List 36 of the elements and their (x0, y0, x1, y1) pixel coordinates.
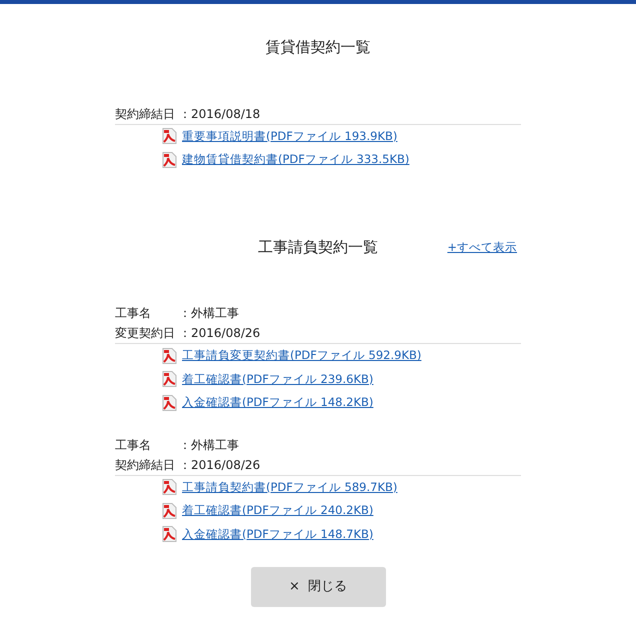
colon-separator: ： (179, 106, 191, 122)
pdf-icon (162, 502, 177, 519)
field-label: 変更契約日 (115, 325, 176, 342)
pdf-icon (162, 152, 177, 168)
field-label: 契約締結日 (115, 456, 176, 474)
field-label: 工事名 (115, 436, 152, 454)
file-link[interactable]: 着工確認書(PDFファイル 240.2KB) (182, 502, 374, 520)
colon-separator: ： (179, 325, 191, 342)
field-value: 2016/08/26 (191, 325, 260, 342)
section-title: 工事請負契約一覧 (258, 238, 378, 256)
file-link[interactable]: 入金確認書(PDFファイル 148.2KB) (182, 394, 374, 412)
file-link[interactable]: 工事請負契約書(PDFファイル 589.7KB) (182, 478, 398, 496)
field-value: 2016/08/18 (191, 106, 260, 122)
close-button[interactable]: × 閉じる (250, 567, 386, 607)
colon-separator: ： (179, 436, 191, 454)
field-label: 工事名 (115, 305, 152, 322)
file-link[interactable]: 着工確認書(PDFファイル 239.6KB) (182, 370, 374, 388)
file-link[interactable]: 重要事項説明書(PDFファイル 193.9KB) (182, 128, 398, 145)
file-link[interactable]: 入金確認書(PDFファイル 148.7KB) (182, 526, 374, 543)
pdf-icon (162, 394, 177, 411)
pdf-icon (162, 479, 177, 496)
pdf-icon (162, 348, 177, 364)
field-label: 契約締結日 (115, 106, 176, 122)
section-title: 賃貸借契約一覧 (266, 38, 370, 56)
colon-separator: ： (179, 456, 191, 474)
field-value: 外構工事 (191, 436, 239, 454)
pdf-icon (162, 128, 177, 144)
close-icon: × (289, 579, 300, 594)
show-all-link[interactable]: +すべて表示 (447, 238, 517, 256)
field-value: 外構工事 (191, 305, 239, 322)
colon-separator: ： (179, 305, 191, 322)
pdf-icon (162, 526, 177, 542)
field-value: 2016/08/26 (191, 456, 260, 474)
file-link[interactable]: 工事請負変更契約書(PDFファイル 592.9KB) (182, 347, 422, 364)
file-link[interactable]: 建物賃貸借契約書(PDFファイル 333.5KB) (182, 151, 410, 168)
pdf-icon (162, 371, 177, 388)
